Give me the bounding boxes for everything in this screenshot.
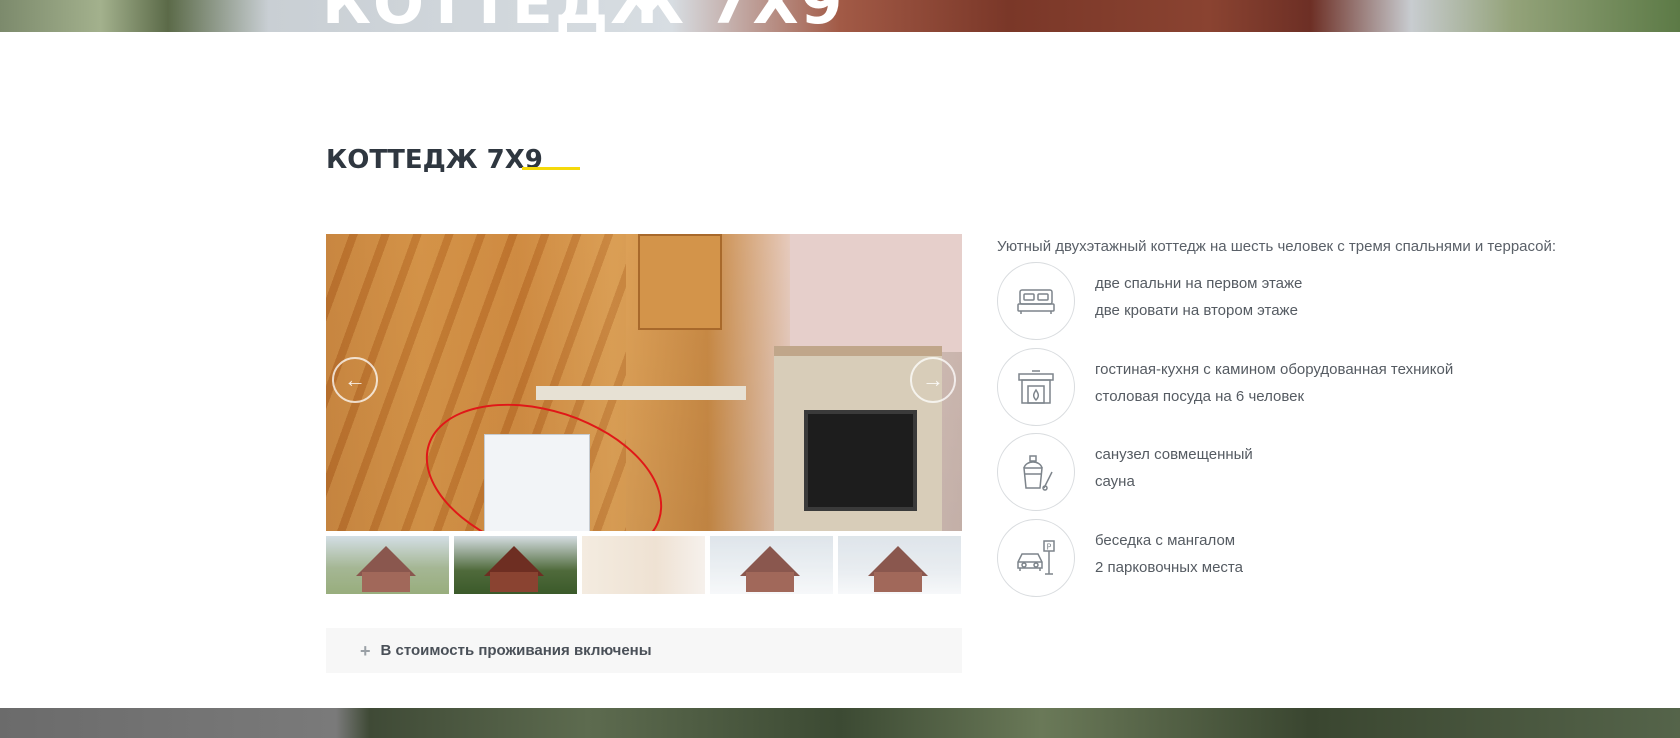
feature-line: беседка с мангалом	[1095, 532, 1236, 549]
gallery-thumbnail[interactable]	[838, 536, 961, 594]
gallery-next-button[interactable]: →	[910, 357, 956, 403]
feature-line: гостиная-кухня с камином оборудованная т…	[1095, 361, 1454, 378]
gallery-thumbnail[interactable]	[582, 536, 705, 594]
bed-icon	[997, 262, 1075, 340]
feature-line: две кровати на втором этаже	[1095, 302, 1298, 319]
gallery-prev-button[interactable]: ←	[332, 357, 378, 403]
gallery-thumbnails	[326, 536, 962, 594]
fireplace-icon	[997, 348, 1075, 426]
hero-banner: КОТТЕДЖ 7Х9	[0, 0, 1680, 32]
photo-cabinet	[638, 234, 722, 330]
feature-bathroom-sauna: санузел совмещенный сауна	[997, 433, 1637, 513]
gallery-thumbnail[interactable]	[326, 536, 449, 594]
photo-counter	[536, 386, 746, 400]
feature-line: санузел совмещенный	[1095, 446, 1253, 463]
feature-living-kitchen: гостиная-кухня с камином оборудованная т…	[997, 348, 1637, 428]
svg-text:P: P	[1047, 543, 1052, 552]
arrow-right-icon: →	[922, 367, 944, 392]
included-services-accordion[interactable]: + В стоимость проживания включены	[326, 628, 962, 673]
gallery-main-image[interactable]	[326, 234, 962, 531]
car-parking-icon: P	[997, 519, 1075, 597]
photo-wall	[790, 234, 962, 352]
feature-line: столовая посуда на 6 человек	[1095, 388, 1305, 405]
feature-line: сауна	[1095, 473, 1135, 490]
gallery-thumbnail-active[interactable]	[454, 536, 577, 594]
feature-line: 2 парковочных места	[1095, 559, 1243, 576]
photo-firebox	[804, 410, 917, 511]
gallery-thumbnail[interactable]	[710, 536, 833, 594]
feature-bedrooms: две спальни на первом этаже две кровати …	[997, 262, 1637, 342]
feature-line: две спальни на первом этаже	[1095, 275, 1303, 292]
footer-banner	[0, 708, 1680, 738]
sauna-bucket-icon	[997, 433, 1075, 511]
arrow-left-icon: ←	[344, 367, 366, 392]
hero-title: КОТТЕДЖ 7Х9	[322, 0, 844, 32]
feature-gazebo-parking: P беседка с мангалом 2 парковочных места	[997, 519, 1637, 599]
title-accent-underline	[522, 167, 580, 170]
plus-icon: +	[360, 640, 371, 661]
description-intro: Уютный двухэтажный коттедж на шесть чело…	[997, 238, 1557, 255]
page-title: КОТТЕДЖ 7Х9	[326, 145, 543, 175]
accordion-label: В стоимость проживания включены	[380, 642, 652, 659]
